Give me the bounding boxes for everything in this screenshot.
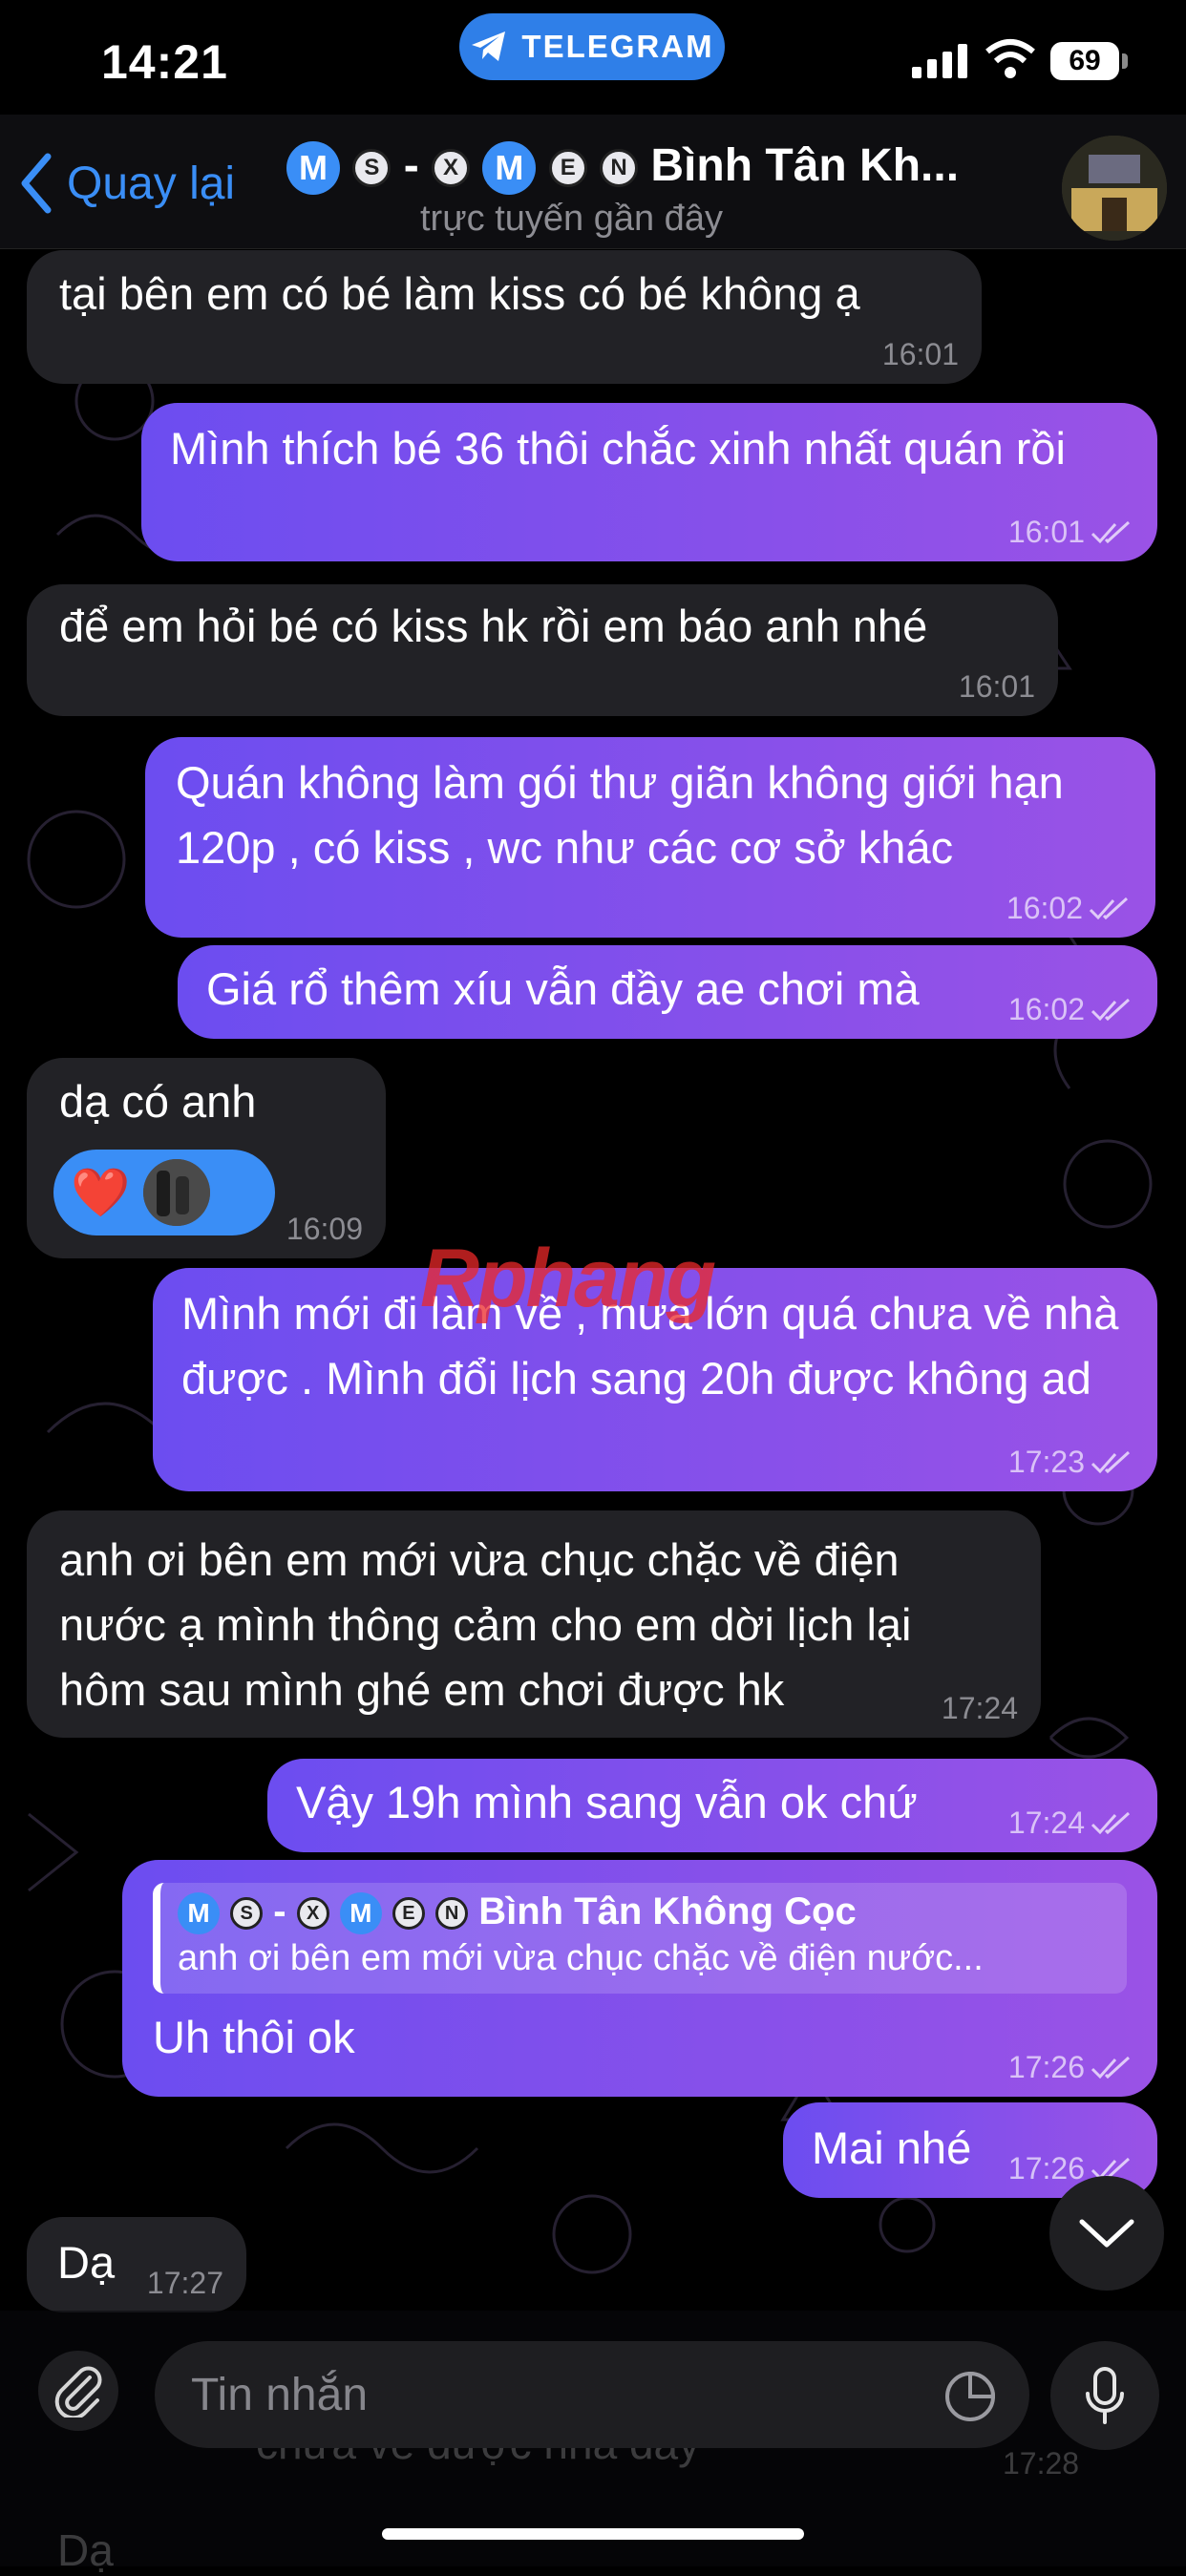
message-text: Uh thôi ok: [153, 2012, 355, 2062]
message-bubble-outgoing[interactable]: Quán không làm gói thư giãn không giới h…: [145, 737, 1155, 938]
title-badge: M: [339, 1892, 382, 1935]
message-time: 17:27: [146, 2266, 223, 2300]
title-badge: M: [482, 141, 537, 196]
message-time: 16:01: [881, 337, 959, 371]
reply-author-name: Bình Tân Không Cọc: [478, 1890, 857, 1932]
status-bar: 14:21 TELEGRAM 69: [0, 0, 1186, 115]
reply-quote-text: anh ơi bên em mới vừa chục chặc về điện …: [178, 1938, 984, 1979]
chevron-left-icon: [21, 153, 52, 214]
message-time: 16:02: [1007, 992, 1085, 1026]
message-bubble-outgoing-reply[interactable]: M S - X M E N Bình Tân Không Cọc anh ơi …: [122, 1860, 1157, 2097]
message-text: Mai nhé: [812, 2122, 972, 2173]
heart-reaction-icon: ❤️: [71, 1165, 131, 1219]
double-check-icon: [1091, 998, 1131, 1021]
home-indicator: [382, 2528, 804, 2540]
reply-quote[interactable]: M S - X M E N Bình Tân Không Cọc anh ơi …: [153, 1883, 1127, 1994]
title-badge: S: [230, 1897, 264, 1931]
message-text: dạ có anh: [59, 1076, 257, 1127]
chat-header: Quay lại M S - X M E N Bình Tân Kh... tr…: [0, 115, 1186, 249]
double-check-icon: [1091, 2056, 1131, 2079]
partial-message-time: 17:28: [1003, 2446, 1080, 2481]
telegram-pill-label: TELEGRAM: [521, 29, 714, 64]
message-time: 16:09: [286, 1212, 363, 1246]
battery-indicator: 69: [1050, 42, 1119, 80]
title-badge: X: [432, 149, 471, 188]
title-badge: E: [392, 1897, 425, 1931]
microphone-icon: [1086, 2367, 1124, 2424]
watermark-logo: Rphang: [420, 1233, 716, 1324]
message-text: anh ơi bên em mới vừa chục chặc về điện …: [59, 1534, 912, 1715]
message-text: Vậy 19h mình sang vẫn ok chứ: [296, 1777, 918, 1827]
scroll-to-bottom-button[interactable]: [1049, 2176, 1164, 2291]
title-badge: S: [352, 149, 392, 188]
title-badge: N: [435, 1897, 469, 1931]
message-time: 17:26: [1007, 2050, 1085, 2084]
sticker-icon[interactable]: [943, 2370, 997, 2423]
message-bubble-incoming[interactable]: để em hỏi bé có kiss hk rồi em báo anh n…: [27, 584, 1058, 716]
message-time: 17:23: [1007, 1445, 1085, 1479]
message-bubble-incoming[interactable]: dạ có anh ❤️ 16:09: [27, 1058, 386, 1258]
message-text: Mình thích bé 36 thôi chắc xinh nhất quá…: [170, 423, 1067, 474]
message-text: tại bên em có bé làm kiss có bé không ạ: [59, 268, 860, 319]
message-bubble-outgoing[interactable]: Vậy 19h mình sang vẫn ok chứ 17:24: [267, 1759, 1157, 1852]
title-badge: E: [548, 149, 587, 188]
message-text: Giá rổ thêm xíu vẫn đầy ae chơi mà: [206, 963, 920, 1014]
message-bubble-outgoing[interactable]: Giá rổ thêm xíu vẫn đầy ae chơi mà 16:02: [178, 945, 1157, 1039]
message-time: 16:01: [1007, 515, 1085, 549]
attach-button[interactable]: [38, 2351, 118, 2431]
message-text: để em hỏi bé có kiss hk rồi em báo anh n…: [59, 601, 928, 651]
chat-title[interactable]: M S - X M E N Bình Tân Kh...: [286, 139, 1031, 196]
message-bubble-outgoing[interactable]: Mình thích bé 36 thôi chắc xinh nhất quá…: [141, 403, 1157, 561]
title-badge: M: [286, 141, 340, 196]
status-time: 14:21: [101, 35, 228, 89]
reply-author: M S - X M E N Bình Tân Không Cọc: [178, 1890, 1110, 1935]
reactor-avatar: [143, 1159, 211, 1226]
double-check-icon: [1091, 1450, 1131, 1473]
chat-status: trực tuyến gần đây: [420, 199, 723, 239]
message-time: 16:01: [958, 669, 1035, 704]
message-time: 17:26: [1007, 2151, 1085, 2185]
message-time: 16:02: [1006, 891, 1083, 925]
message-time: 17:24: [1007, 1805, 1085, 1840]
title-badge: X: [296, 1897, 329, 1931]
message-input[interactable]: [155, 2341, 1029, 2448]
back-label: Quay lại: [67, 158, 236, 209]
chat-title-text: Bình Tân Kh...: [650, 140, 960, 191]
message-bubble-incoming[interactable]: anh ơi bên em mới vừa chục chặc về điện …: [27, 1510, 1041, 1738]
back-button[interactable]: Quay lại: [19, 153, 235, 214]
double-check-icon: [1091, 1811, 1131, 1834]
double-check-icon: [1089, 897, 1129, 919]
telegram-pill[interactable]: TELEGRAM: [459, 13, 725, 80]
wifi-icon: [985, 39, 1035, 78]
paperclip-icon: [54, 2366, 102, 2418]
message-bubble-incoming[interactable]: tại bên em có bé làm kiss có bé không ạ …: [27, 250, 982, 384]
telegram-plane-icon: [472, 32, 506, 61]
title-badge: M: [178, 1892, 220, 1935]
message-text: Quán không làm gói thư giãn không giới h…: [176, 757, 1064, 873]
title-badge: N: [600, 149, 639, 188]
reaction-chip[interactable]: ❤️: [53, 1150, 275, 1235]
partial-message-text: Dạ: [57, 2525, 114, 2575]
voice-record-button[interactable]: [1050, 2341, 1159, 2450]
double-check-icon: [1091, 520, 1131, 543]
battery-nub: [1122, 53, 1128, 69]
message-time: 17:24: [941, 1691, 1018, 1725]
message-text: Dạ: [57, 2237, 116, 2288]
message-bubble-incoming[interactable]: Dạ 17:27: [27, 2217, 246, 2312]
chat-avatar[interactable]: [1062, 136, 1167, 241]
storefront-photo-icon: [1062, 136, 1167, 241]
chevron-down-icon: [1079, 2219, 1134, 2248]
signal-icon: [912, 44, 967, 78]
